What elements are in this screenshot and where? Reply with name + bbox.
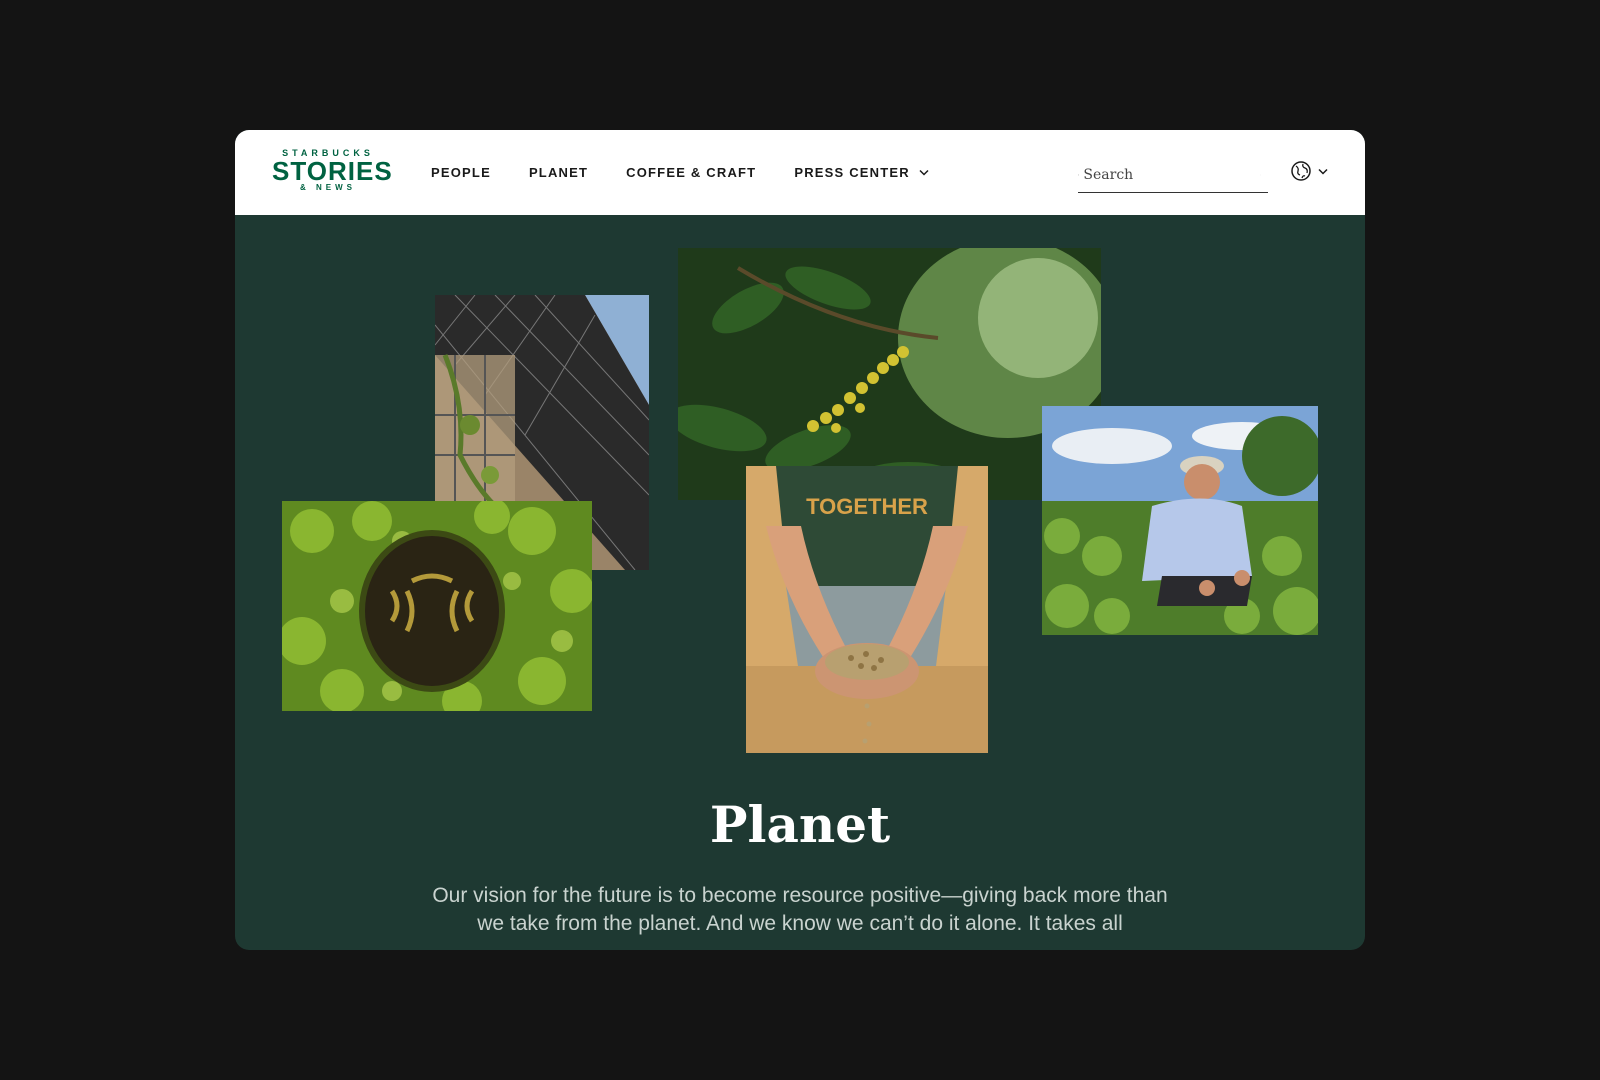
- search-input[interactable]: [1083, 166, 1261, 183]
- nav-item-people[interactable]: PEOPLE: [431, 165, 491, 180]
- svg-text:TOGETHER: TOGETHER: [806, 494, 928, 519]
- chevron-down-icon: [1318, 168, 1328, 175]
- nav-label: PLANET: [528, 165, 589, 180]
- photo-coffee-cherries: [678, 248, 1101, 500]
- browser-window: STARBUCKS STORIES & NEWS PEOPLE PLANET C…: [235, 130, 1365, 950]
- site-logo[interactable]: STARBUCKS STORIES & NEWS: [272, 148, 393, 193]
- nav-item-planet[interactable]: PLANET: [529, 165, 588, 180]
- globe-icon: [1291, 161, 1311, 181]
- nav-item-press-center[interactable]: PRESS CENTER: [794, 165, 929, 180]
- page-description: Our vision for the future is to become r…: [432, 884, 1168, 935]
- nav-label: COFFEE & CRAFT: [626, 165, 757, 180]
- photo-siren-planter: [282, 501, 592, 711]
- photo-farmer-field: [1042, 406, 1318, 635]
- nav-item-coffee-craft[interactable]: COFFEE & CRAFT: [626, 165, 756, 180]
- nav-label: PRESS CENTER: [794, 165, 910, 180]
- photo-hands-coffee-beans: TOGETHER: [746, 466, 988, 753]
- page-title: Planet: [709, 795, 891, 854]
- chevron-down-icon: [919, 169, 929, 176]
- chevron-right-icon[interactable]: [1260, 166, 1262, 184]
- main-nav: PEOPLE PLANET COFFEE & CRAFT PRESS CENTE…: [431, 130, 967, 215]
- logo-main: STORIES: [272, 156, 393, 186]
- site-header: STARBUCKS STORIES & NEWS PEOPLE PLANET C…: [235, 130, 1365, 215]
- search-box: [1078, 157, 1268, 193]
- search-icon[interactable]: [1078, 167, 1080, 183]
- language-selector[interactable]: [1290, 160, 1328, 182]
- nav-label: PEOPLE: [431, 165, 491, 180]
